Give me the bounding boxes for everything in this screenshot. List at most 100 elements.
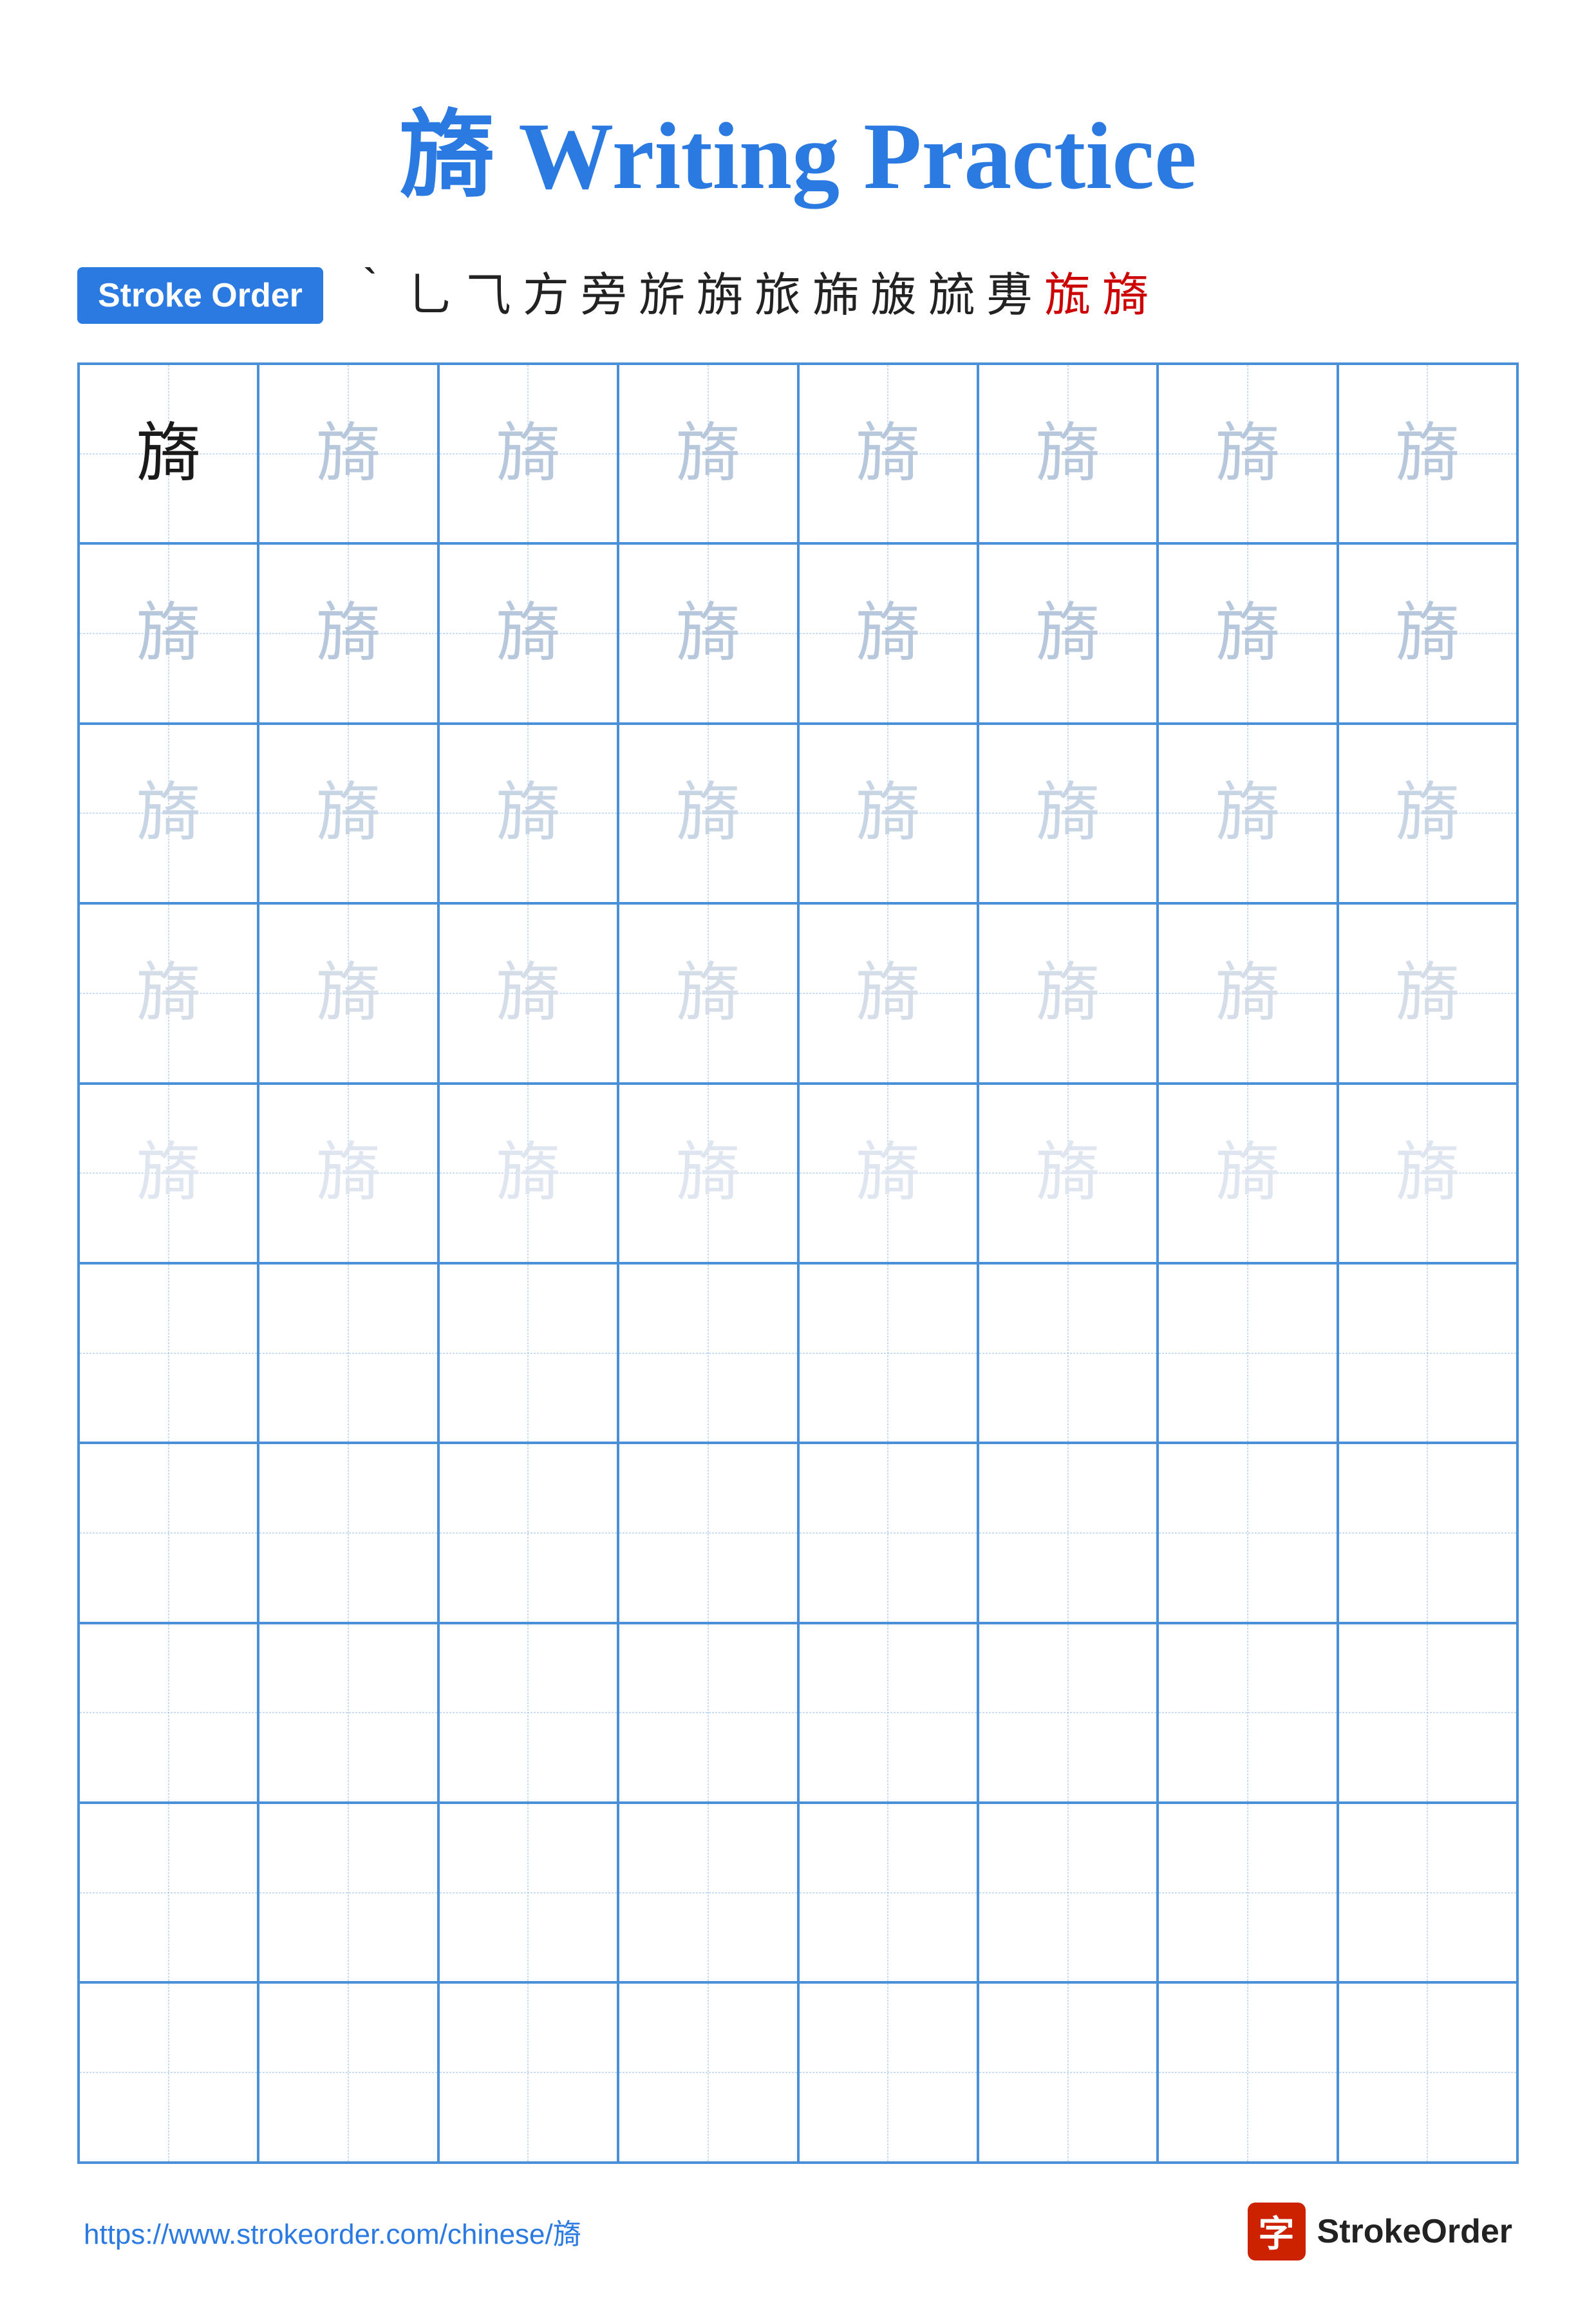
stroke-char: ⺃	[407, 268, 453, 323]
grid-cell[interactable]: 旖	[798, 543, 978, 723]
grid-char: 旖	[1395, 961, 1460, 1026]
grid-cell[interactable]	[1158, 1803, 1337, 1982]
grid-cell[interactable]: 旖	[1338, 903, 1517, 1083]
grid-cell[interactable]: 旖	[258, 543, 438, 723]
grid-cell[interactable]	[798, 1263, 978, 1443]
footer: https://www.strokeorder.com/chinese/旖 字 …	[77, 2203, 1519, 2260]
grid-cell[interactable]	[438, 1803, 618, 1982]
grid-cell[interactable]: 旖	[798, 364, 978, 543]
grid-cell[interactable]	[798, 1623, 978, 1803]
grid-cell[interactable]: 旖	[978, 903, 1158, 1083]
grid-cell[interactable]: 旖	[618, 364, 798, 543]
grid-cell[interactable]	[79, 1803, 258, 1982]
grid-cell[interactable]: 旖	[438, 724, 618, 903]
stroke-char: 旅	[755, 268, 801, 323]
grid-cell[interactable]: 旖	[618, 903, 798, 1083]
grid-cell[interactable]	[1338, 1623, 1517, 1803]
grid-cell[interactable]	[618, 1263, 798, 1443]
grid-cell[interactable]: 旖	[79, 364, 258, 543]
grid-cell[interactable]: 旖	[1338, 1084, 1517, 1263]
grid-cell[interactable]	[978, 1623, 1158, 1803]
grid-cell[interactable]: 旖	[258, 724, 438, 903]
grid-char: 旖	[1216, 422, 1280, 486]
stroke-char: 旃	[697, 268, 743, 323]
grid-cell[interactable]: 旖	[1338, 543, 1517, 723]
grid-cell[interactable]	[1158, 1443, 1337, 1622]
grid-cell[interactable]: 旖	[79, 1084, 258, 1263]
grid-cell[interactable]	[1158, 1982, 1337, 2162]
grid-cell[interactable]	[1158, 1623, 1337, 1803]
grid-cell[interactable]	[618, 1623, 798, 1803]
grid-char: 旖	[136, 961, 201, 1026]
grid-cell[interactable]: 旖	[1158, 1084, 1337, 1263]
grid-cell[interactable]: 旖	[438, 364, 618, 543]
grid-cell[interactable]	[618, 1443, 798, 1622]
grid-cell[interactable]: 旖	[618, 543, 798, 723]
grid-cell[interactable]	[798, 1982, 978, 2162]
grid-char: 旖	[676, 961, 740, 1026]
stroke-char: 旉	[986, 268, 1033, 323]
grid-cell[interactable]: 旖	[1158, 724, 1337, 903]
grid-cell[interactable]: 旖	[978, 364, 1158, 543]
grid-char: 旖	[856, 422, 920, 486]
grid-char: 旖	[136, 1141, 201, 1205]
grid-cell[interactable]: 旖	[618, 724, 798, 903]
grid-cell[interactable]	[978, 1982, 1158, 2162]
grid-cell[interactable]: 旖	[258, 1084, 438, 1263]
grid-cell[interactable]	[258, 1982, 438, 2162]
grid-cell[interactable]: 旖	[1338, 364, 1517, 543]
stroke-order-badge: Stroke Order	[77, 267, 323, 324]
grid-cell[interactable]	[978, 1803, 1158, 1982]
grid-cell[interactable]	[618, 1803, 798, 1982]
grid-cell[interactable]	[79, 1263, 258, 1443]
grid-cell[interactable]	[438, 1443, 618, 1622]
grid-cell[interactable]: 旖	[438, 543, 618, 723]
grid-char: 旖	[676, 422, 740, 486]
grid-cell[interactable]	[978, 1443, 1158, 1622]
grid-cell[interactable]: 旖	[258, 364, 438, 543]
grid-cell[interactable]	[79, 1623, 258, 1803]
grid-cell[interactable]	[258, 1803, 438, 1982]
grid-char: 旖	[496, 422, 560, 486]
grid-cell[interactable]: 旖	[978, 1084, 1158, 1263]
grid-cell[interactable]	[438, 1982, 618, 2162]
grid-cell[interactable]: 旖	[798, 903, 978, 1083]
grid-cell[interactable]: 旖	[618, 1084, 798, 1263]
stroke-char: 旆	[812, 268, 859, 323]
grid-cell[interactable]: 旖	[798, 724, 978, 903]
grid-cell[interactable]: 旖	[1158, 903, 1337, 1083]
grid-cell[interactable]	[79, 1443, 258, 1622]
grid-cell[interactable]	[798, 1443, 978, 1622]
grid-cell[interactable]	[438, 1623, 618, 1803]
grid-cell[interactable]	[798, 1803, 978, 1982]
grid-cell[interactable]	[618, 1982, 798, 2162]
grid-cell[interactable]	[1158, 1263, 1337, 1443]
grid-cell[interactable]: 旖	[258, 903, 438, 1083]
grid-cell[interactable]: 旖	[438, 903, 618, 1083]
grid-cell[interactable]	[1338, 1982, 1517, 2162]
grid-cell[interactable]: 旖	[978, 543, 1158, 723]
grid-cell[interactable]	[258, 1623, 438, 1803]
grid-char: 旖	[856, 1141, 920, 1205]
grid-cell[interactable]	[1338, 1443, 1517, 1622]
grid-char: 旖	[676, 1141, 740, 1205]
grid-cell[interactable]: 旖	[79, 903, 258, 1083]
practice-grid: 旖旖旖旖旖旖旖旖旖旖旖旖旖旖旖旖旖旖旖旖旖旖旖旖旖旖旖旖旖旖旖旖旖旖旖旖旖旖旖旖	[77, 362, 1519, 2164]
grid-cell[interactable]	[438, 1263, 618, 1443]
grid-cell[interactable]: 旖	[798, 1084, 978, 1263]
grid-cell[interactable]: 旖	[438, 1084, 618, 1263]
grid-cell[interactable]	[1338, 1803, 1517, 1982]
grid-cell[interactable]	[1338, 1263, 1517, 1443]
grid-cell[interactable]: 旖	[79, 543, 258, 723]
grid-cell[interactable]	[258, 1263, 438, 1443]
grid-cell[interactable]	[978, 1263, 1158, 1443]
grid-cell[interactable]: 旖	[978, 724, 1158, 903]
page-title: 旖 Writing Practice	[399, 77, 1196, 216]
grid-cell[interactable]	[258, 1443, 438, 1622]
grid-cell[interactable]: 旖	[79, 724, 258, 903]
grid-cell[interactable]: 旖	[1338, 724, 1517, 903]
grid-cell[interactable]: 旖	[1158, 543, 1337, 723]
stroke-char: 旂	[639, 268, 685, 323]
grid-cell[interactable]	[79, 1982, 258, 2162]
grid-cell[interactable]: 旖	[1158, 364, 1337, 543]
